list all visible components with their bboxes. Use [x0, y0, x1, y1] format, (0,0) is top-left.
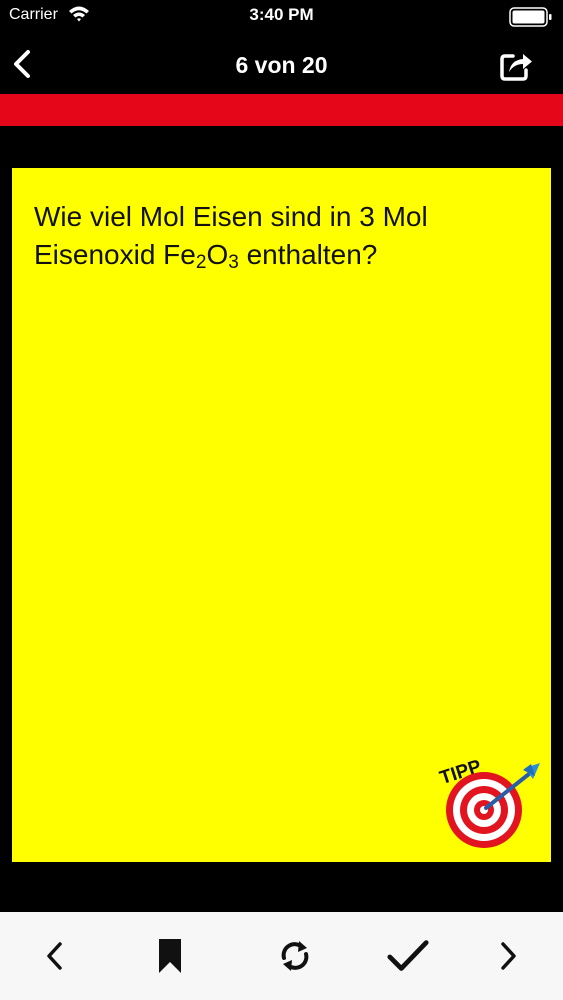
- bookmark-icon: [159, 939, 181, 973]
- share-icon: [500, 54, 532, 81]
- accent-band: [0, 94, 563, 126]
- check-button[interactable]: [386, 934, 430, 978]
- subscript-2: 2: [195, 252, 207, 273]
- previous-icon: [47, 942, 62, 970]
- tipp-button[interactable]: TIPP: [437, 746, 547, 854]
- checkmark-icon: [387, 940, 429, 971]
- flip-icon: [281, 941, 309, 971]
- next-icon: [501, 942, 516, 970]
- bottom-toolbar: [0, 912, 563, 1000]
- target-dart-icon: TIPP: [437, 756, 540, 848]
- navigation-bar: 6 von 20: [0, 34, 563, 94]
- question-text: Wie viel Mol Eisen sind in 3 Mol Eisenox…: [34, 201, 428, 273]
- share-button[interactable]: [499, 48, 535, 82]
- status-bar: Carrier 3:40 PM: [0, 0, 563, 34]
- next-button[interactable]: [486, 934, 530, 978]
- page-title: 6 von 20: [235, 52, 328, 78]
- bookmark-button[interactable]: [148, 934, 192, 978]
- battery-icon: [509, 7, 553, 27]
- flip-button[interactable]: [273, 934, 317, 978]
- previous-button[interactable]: [33, 934, 77, 978]
- flashcard[interactable]: Wie viel Mol Eisen sind in 3 Mol Eisenox…: [12, 168, 551, 862]
- subscript-3: 3: [228, 252, 239, 273]
- status-time: 3:40 PM: [249, 5, 314, 24]
